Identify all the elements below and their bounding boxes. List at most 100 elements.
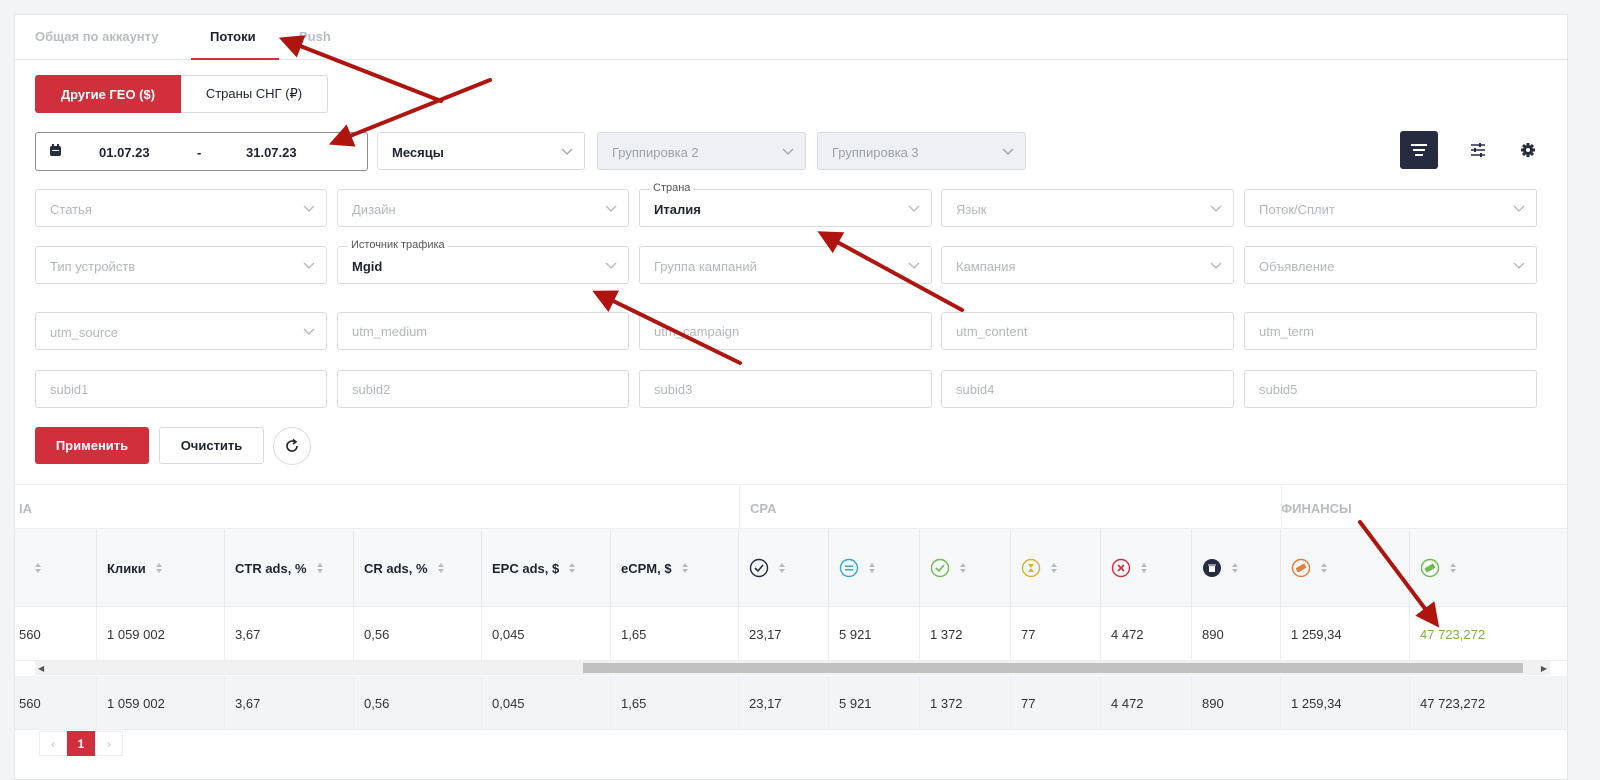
tab-bar: Общая по аккаунту Потоки Push — [15, 15, 1567, 60]
header-trash[interactable] — [1192, 529, 1281, 607]
sort-icon — [155, 563, 162, 573]
apply-button[interactable]: Применить — [35, 427, 149, 464]
check-total-icon — [749, 558, 769, 578]
tab-streams[interactable]: Потоки — [210, 29, 256, 44]
scroll-left-icon[interactable]: ◀ — [38, 664, 44, 673]
header-cr[interactable]: CR ads, % — [354, 529, 482, 607]
calendar-icon — [50, 144, 61, 156]
refresh-button[interactable] — [273, 427, 311, 465]
sort-icon — [869, 563, 875, 573]
header-ecpm[interactable]: eCPM, $ — [611, 529, 739, 607]
traffic-source-value: Mgid — [352, 259, 383, 274]
utm-content-input[interactable] — [941, 312, 1234, 350]
design-placeholder: Дизайн — [352, 202, 396, 217]
country-value: Италия — [654, 202, 701, 217]
sort-icon — [1450, 563, 1456, 573]
group-cpa: CPA — [750, 501, 777, 516]
chevron-down-icon — [782, 148, 794, 155]
sort-icon — [35, 563, 41, 573]
tab-account-overview[interactable]: Общая по аккаунту — [35, 29, 159, 44]
device-type-select[interactable]: Тип устройств — [35, 246, 327, 284]
revenue-cell: 47 723,272 — [1420, 626, 1486, 642]
totals-row: 560 1 059 002 3,67 0,56 0,045 1,65 23,17… — [15, 676, 1567, 730]
stream-split-placeholder: Поток/Сплит — [1259, 202, 1335, 217]
header-epc[interactable]: EPC ads, $ — [482, 529, 611, 607]
language-placeholder: Язык — [956, 202, 987, 217]
article-select[interactable]: Статья — [35, 189, 327, 227]
subid5-input[interactable] — [1244, 370, 1537, 408]
chevron-down-icon — [605, 262, 617, 269]
header-cpa-total[interactable] — [739, 529, 829, 607]
sort-icon — [569, 563, 576, 573]
header-confirmed[interactable] — [829, 529, 920, 607]
utm-campaign-input[interactable] — [639, 312, 932, 350]
header-clicks[interactable]: Клики — [97, 529, 225, 607]
chevron-down-icon — [303, 205, 315, 212]
campaign-group-select[interactable]: Группа кампаний — [639, 246, 932, 284]
sort-icon — [779, 563, 785, 573]
chevron-down-icon — [561, 148, 573, 155]
ad-select[interactable]: Объявление — [1244, 246, 1537, 284]
clear-button[interactable]: Очистить — [159, 427, 264, 464]
pagination: ‹ 1 › — [39, 731, 123, 756]
table-header-row: Клики CTR ads, % CR ads, % EPC ads, $ eC… — [15, 529, 1567, 607]
grouping-2-select[interactable]: Группировка 2 — [597, 132, 806, 170]
next-page-button[interactable]: › — [95, 731, 123, 756]
filter-settings-button[interactable] — [1468, 140, 1488, 160]
header-spend[interactable] — [1281, 529, 1410, 607]
country-label: Страна — [650, 182, 694, 194]
subid4-input[interactable] — [941, 370, 1234, 408]
header-revenue[interactable] — [1410, 529, 1567, 607]
sort-icon — [681, 563, 688, 573]
scroll-right-icon[interactable]: ▶ — [1541, 664, 1547, 673]
header-hold[interactable] — [1011, 529, 1101, 607]
trash-icon — [1203, 559, 1221, 577]
header-rejected[interactable] — [1101, 529, 1192, 607]
active-tab-indicator — [191, 58, 279, 60]
sort-icon — [960, 563, 966, 573]
horizontal-scrollbar[interactable]: ◀ ▶ — [35, 661, 1550, 675]
sort-icon — [1051, 563, 1057, 573]
sort-icon — [1232, 563, 1238, 573]
table-view-button[interactable] — [1400, 131, 1438, 169]
tab-push[interactable]: Push — [299, 29, 331, 44]
prev-page-button[interactable]: ‹ — [39, 731, 67, 756]
utm-medium-input[interactable] — [337, 312, 629, 350]
scrollbar-thumb[interactable] — [583, 663, 1523, 673]
subid1-input[interactable] — [35, 370, 327, 408]
grouping-1-select[interactable]: Месяцы — [377, 132, 585, 170]
grouping-2-placeholder: Группировка 2 — [612, 145, 699, 160]
date-separator: - — [197, 145, 202, 160]
other-geo-toggle[interactable]: Другие ГЕО ($) — [35, 75, 181, 113]
group-finance: ФИНАНСЫ — [1281, 501, 1352, 516]
campaign-select[interactable]: Кампания — [941, 246, 1234, 284]
header-approved[interactable] — [920, 529, 1011, 607]
sort-icon — [1321, 563, 1327, 573]
column-group-row: ІА CPA ФИНАНСЫ — [15, 484, 1567, 530]
table-row: 560 1 059 002 3,67 0,56 0,045 1,65 23,17… — [15, 607, 1567, 661]
country-select[interactable]: Страна Италия — [639, 182, 932, 227]
page-1-button[interactable]: 1 — [67, 731, 95, 756]
traffic-source-label: Источник трафика — [348, 239, 448, 251]
utm-source-select[interactable]: utm_source — [35, 312, 327, 350]
cis-countries-toggle[interactable]: Страны СНГ (₽) — [181, 75, 328, 113]
device-type-placeholder: Тип устройств — [50, 259, 136, 274]
sort-icon — [437, 563, 444, 573]
group-partial: ІА — [19, 501, 32, 516]
language-select[interactable]: Язык — [941, 189, 1234, 227]
refresh-icon — [286, 438, 298, 452]
settings-button[interactable] — [1518, 140, 1538, 160]
chevron-down-icon — [1513, 205, 1525, 212]
grouping-3-placeholder: Группировка 3 — [832, 145, 919, 160]
header-ctr[interactable]: CTR ads, % — [225, 529, 354, 607]
utm-term-input[interactable] — [1244, 312, 1537, 350]
subid2-input[interactable] — [337, 370, 629, 408]
header-partial[interactable] — [15, 529, 97, 607]
traffic-source-select[interactable]: Источник трафика Mgid — [337, 239, 629, 284]
stream-split-select[interactable]: Поток/Сплит — [1244, 189, 1537, 227]
grouping-3-select[interactable]: Группировка 3 — [817, 132, 1026, 170]
design-select[interactable]: Дизайн — [337, 189, 629, 227]
subid3-input[interactable] — [639, 370, 932, 408]
money-icon — [1420, 558, 1440, 578]
date-range-picker[interactable]: 01.07.23 - 31.07.23 — [35, 132, 368, 171]
